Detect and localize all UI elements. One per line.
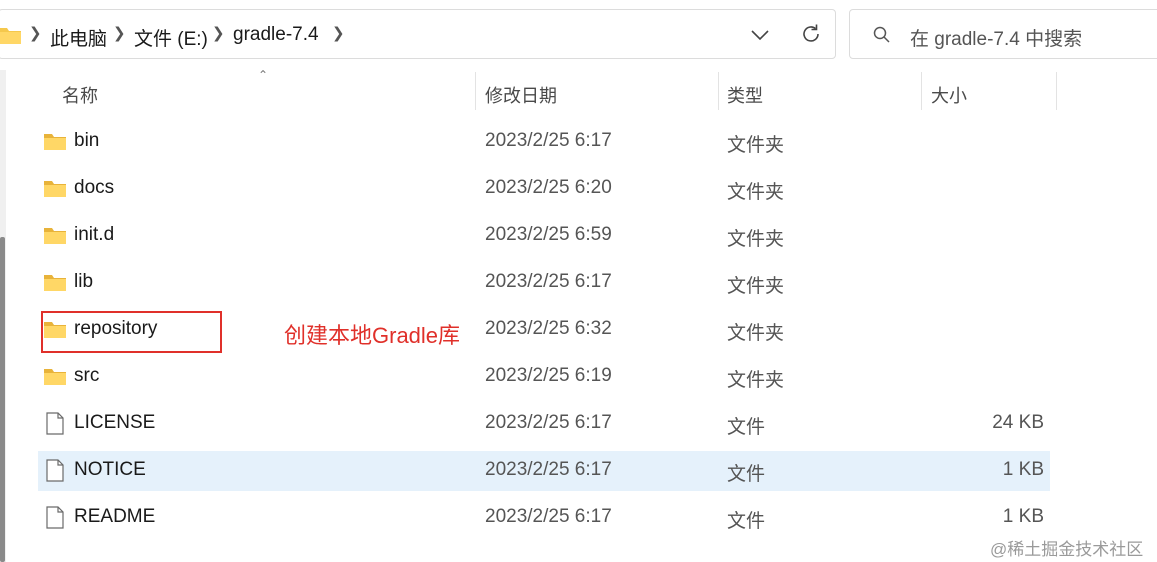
file-icon <box>46 506 64 534</box>
column-header-size[interactable]: 大小 <box>931 82 967 108</box>
file-date: 2023/2/25 6:17 <box>485 130 612 151</box>
file-date: 2023/2/25 6:17 <box>485 506 612 527</box>
file-type: 文件 <box>727 464 766 485</box>
folder-icon <box>44 132 66 156</box>
file-name: NOTICE <box>74 459 146 480</box>
breadcrumb-separator: ❯ <box>332 25 345 42</box>
breadcrumb-drive-e[interactable]: 文件 (E:) <box>134 24 208 51</box>
folder-icon <box>44 367 66 391</box>
file-name: init.d <box>74 224 115 245</box>
column-divider[interactable] <box>718 72 719 110</box>
search-box[interactable]: 在 gradle-7.4 中搜索 <box>849 9 1157 59</box>
file-type: 文件夹 <box>727 323 785 344</box>
file-name: README <box>74 506 156 527</box>
file-date: 2023/2/25 6:20 <box>485 177 612 198</box>
annotation-highlight-box <box>41 311 222 353</box>
file-row-selected[interactable]: NOTICE 2023/2/25 6:17 文件 1 KB <box>38 451 1050 491</box>
chevron-down-icon[interactable] <box>749 24 771 51</box>
file-type: 文件 <box>727 417 766 438</box>
file-name: docs <box>74 177 115 198</box>
file-name: bin <box>74 130 100 151</box>
file-type: 文件夹 <box>727 276 785 297</box>
file-row[interactable]: src 2023/2/25 6:19 文件夹 <box>38 357 1050 397</box>
column-divider[interactable] <box>475 72 476 110</box>
file-row[interactable]: README 2023/2/25 6:17 文件 1 KB <box>38 498 1050 538</box>
file-type: 文件夹 <box>727 182 785 203</box>
folder-icon <box>44 179 66 203</box>
search-placeholder: 在 gradle-7.4 中搜索 <box>910 29 1083 50</box>
breadcrumb-separator: ❯ <box>113 25 126 42</box>
file-type: 文件 <box>727 511 766 532</box>
file-date: 2023/2/25 6:17 <box>485 271 612 292</box>
file-name: lib <box>74 271 94 292</box>
file-size: 1 KB <box>1002 506 1044 527</box>
file-size: 24 KB <box>992 412 1044 433</box>
watermark: @稀土掘金技术社区 <box>990 540 1144 559</box>
file-date: 2023/2/25 6:17 <box>485 412 612 433</box>
file-row[interactable]: init.d 2023/2/25 6:59 文件夹 <box>38 216 1050 256</box>
file-icon <box>46 412 64 440</box>
file-date: 2023/2/25 6:17 <box>485 459 612 480</box>
folder-icon <box>44 226 66 250</box>
file-icon <box>46 459 64 487</box>
file-size: 1 KB <box>1002 459 1044 480</box>
file-row[interactable]: docs 2023/2/25 6:20 文件夹 <box>38 169 1050 209</box>
column-divider[interactable] <box>921 72 922 110</box>
annotation-label: 创建本地Gradle库 <box>284 323 461 348</box>
file-row[interactable]: bin 2023/2/25 6:17 文件夹 <box>38 122 1050 162</box>
column-header-name[interactable]: 名称 <box>62 82 98 108</box>
folder-icon <box>44 273 66 297</box>
file-type: 文件夹 <box>727 135 785 156</box>
breadcrumb-this-pc[interactable]: 此电脑 <box>50 24 107 51</box>
folder-icon <box>0 25 21 50</box>
column-header-type[interactable]: 类型 <box>727 82 763 108</box>
file-type: 文件夹 <box>727 229 785 250</box>
breadcrumb-separator: ❯ <box>29 25 42 42</box>
nav-pane-scrollbar-thumb[interactable] <box>0 237 5 562</box>
refresh-icon[interactable] <box>799 22 823 51</box>
file-row[interactable]: LICENSE 2023/2/25 6:17 文件 24 KB <box>38 404 1050 444</box>
file-name: src <box>74 365 100 386</box>
sort-ascending-icon: ⌃ <box>258 68 269 82</box>
file-row[interactable]: lib 2023/2/25 6:17 文件夹 <box>38 263 1050 303</box>
column-divider[interactable] <box>1056 72 1057 110</box>
address-bar[interactable]: ❯ 此电脑 ❯ 文件 (E:) ❯ gradle-7.4 ❯ <box>0 9 836 59</box>
file-date: 2023/2/25 6:59 <box>485 224 612 245</box>
breadcrumb-separator: ❯ <box>212 25 225 42</box>
file-date: 2023/2/25 6:32 <box>485 318 612 339</box>
search-icon <box>872 25 892 50</box>
breadcrumb-gradle[interactable]: gradle-7.4 <box>233 24 319 46</box>
column-header-date[interactable]: 修改日期 <box>485 82 557 108</box>
file-type: 文件夹 <box>727 370 785 391</box>
file-name: LICENSE <box>74 412 156 433</box>
file-date: 2023/2/25 6:19 <box>485 365 612 386</box>
